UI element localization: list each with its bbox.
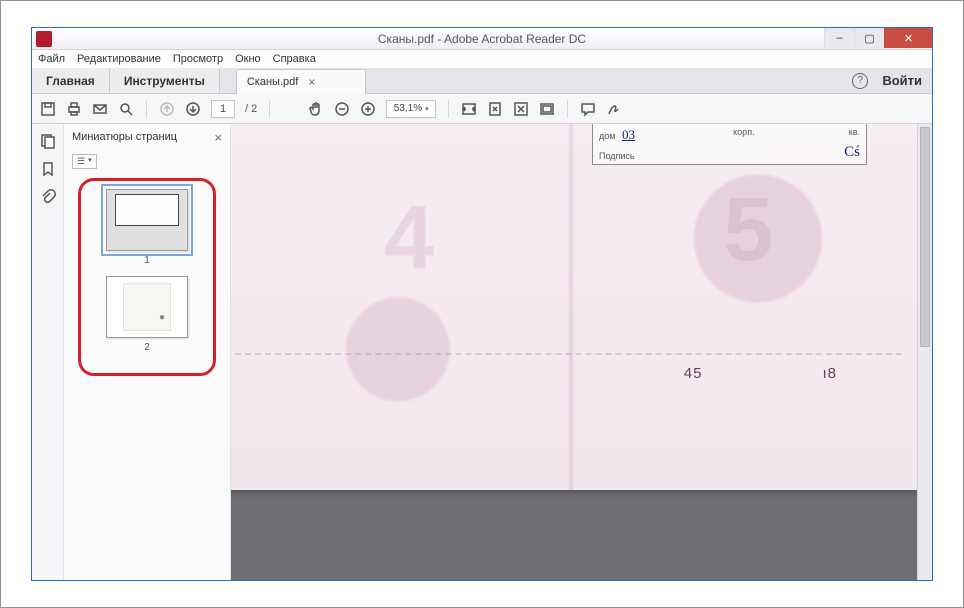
menu-window[interactable]: Окно xyxy=(235,53,261,65)
print-icon[interactable] xyxy=(66,101,82,117)
fit-page-icon[interactable] xyxy=(487,101,503,117)
zoom-select[interactable]: 53,1% xyxy=(386,100,436,118)
read-mode-icon[interactable] xyxy=(539,101,555,117)
fit-width-icon[interactable] xyxy=(461,101,477,117)
tab-tools[interactable]: Инструменты xyxy=(110,68,220,93)
attachment-rail-icon[interactable] xyxy=(39,188,57,206)
thumbnail-2[interactable]: 2 xyxy=(89,276,205,353)
page-total: / 2 xyxy=(245,103,257,115)
tab-document-label: Сканы.pdf xyxy=(247,76,298,88)
login-button[interactable]: Войти xyxy=(882,73,922,88)
window-controls: – ▢ ✕ xyxy=(824,28,932,49)
mail-icon[interactable] xyxy=(92,101,108,117)
toolbar: / 2 53,1% xyxy=(32,94,932,124)
thumbnail-options-button[interactable]: ☰ xyxy=(72,154,97,169)
document-area[interactable]: 4 5 дом 03 корп. кв. Подпись Cś xyxy=(231,124,932,580)
titlebar: Сканы.pdf - Adobe Acrobat Reader DC – ▢ … xyxy=(32,28,932,50)
page-numbers: 45 ı8 xyxy=(684,365,837,382)
pointer-icon[interactable] xyxy=(282,101,298,117)
watermark-4: 4 xyxy=(384,187,434,290)
thumbnail-panel-close-icon[interactable]: × xyxy=(214,130,222,145)
thumbnail-1-label: 1 xyxy=(144,255,150,266)
page-up-icon[interactable] xyxy=(159,101,175,117)
close-button[interactable]: ✕ xyxy=(884,28,932,48)
menu-help[interactable]: Справка xyxy=(273,53,316,65)
window-title: Сканы.pdf - Adobe Acrobat Reader DC xyxy=(378,32,586,46)
scrollbar-thumb[interactable] xyxy=(920,127,930,347)
menu-file[interactable]: Файл xyxy=(38,53,65,65)
tab-close-icon[interactable]: × xyxy=(308,75,315,89)
thumbnail-1[interactable]: 1 xyxy=(89,189,205,266)
thumbnails-rail-icon[interactable] xyxy=(39,132,57,150)
hand-icon[interactable] xyxy=(308,101,324,117)
stamp-box: дом 03 корп. кв. Подпись Cś xyxy=(592,124,867,165)
tab-main[interactable]: Главная xyxy=(32,68,110,93)
comment-icon[interactable] xyxy=(580,101,596,117)
watermark-5: 5 xyxy=(723,179,773,282)
maximize-button[interactable]: ▢ xyxy=(854,28,884,48)
thumbnail-highlight: 1 2 xyxy=(78,178,216,376)
zoom-in-icon[interactable] xyxy=(360,101,376,117)
page-down-icon[interactable] xyxy=(185,101,201,117)
thumbnail-1-image xyxy=(106,189,188,251)
vertical-scrollbar[interactable] xyxy=(917,124,932,580)
thumbnail-panel: Миниатюры страниц × ☰ 1 2 xyxy=(64,124,231,580)
page-number-input[interactable] xyxy=(211,100,235,118)
help-icon[interactable]: ? xyxy=(852,73,868,89)
zoom-out-icon[interactable] xyxy=(334,101,350,117)
app-window: Сканы.pdf - Adobe Acrobat Reader DC – ▢ … xyxy=(31,27,933,581)
menu-edit[interactable]: Редактирование xyxy=(77,53,161,65)
left-rail xyxy=(32,124,64,580)
menubar: Файл Редактирование Просмотр Окно Справк… xyxy=(32,50,932,68)
thumbnail-2-image xyxy=(106,276,188,338)
page-view: 4 5 дом 03 корп. кв. Подпись Cś xyxy=(231,124,917,490)
dashed-line xyxy=(231,353,902,355)
search-icon[interactable] xyxy=(118,101,134,117)
tabs-row: Главная Инструменты Сканы.pdf × ? Войти xyxy=(32,68,932,94)
minimize-button[interactable]: – xyxy=(824,28,854,48)
tab-document[interactable]: Сканы.pdf × xyxy=(236,69,366,94)
save-icon[interactable] xyxy=(40,101,56,117)
sign-icon[interactable] xyxy=(606,101,622,117)
bookmark-rail-icon[interactable] xyxy=(39,160,57,178)
thumbnail-panel-title: Миниатюры страниц xyxy=(72,131,177,143)
body-area: Миниатюры страниц × ☰ 1 2 xyxy=(32,124,932,580)
app-icon xyxy=(36,31,52,47)
actual-size-icon[interactable] xyxy=(513,101,529,117)
thumbnail-2-label: 2 xyxy=(144,342,150,353)
menu-view[interactable]: Просмотр xyxy=(173,53,223,65)
